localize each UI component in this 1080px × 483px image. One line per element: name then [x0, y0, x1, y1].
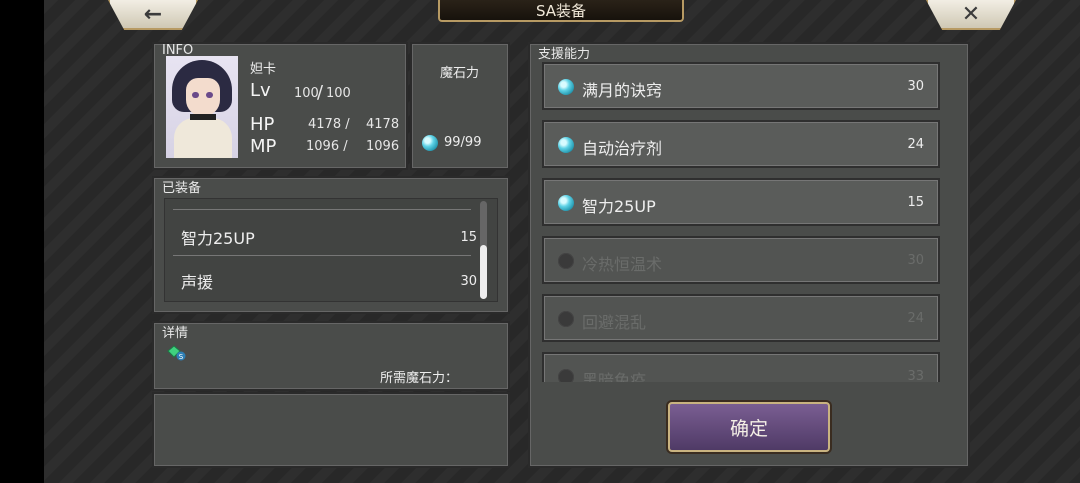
hp-value: 4178 /	[308, 117, 350, 132]
equipped-scrollbar[interactable]	[480, 201, 487, 299]
support-item-name: 自动治疗剂	[582, 139, 663, 158]
description-box	[152, 392, 510, 468]
scrollbar-thumb[interactable]	[480, 245, 487, 299]
magic-power-label: 魔石力	[440, 66, 480, 81]
support-item-cost: 33	[907, 369, 924, 382]
character-portrait	[166, 56, 238, 158]
magic-power-panel: 魔石力 99/99	[410, 42, 510, 170]
materia-s-icon: S	[166, 345, 186, 361]
lv-max: 100	[326, 86, 351, 101]
support-item-name: 智力25UP	[582, 197, 656, 216]
back-arrow-icon: ←	[143, 1, 163, 27]
equipped-list: 智力25UP 15 声援 30	[164, 198, 498, 302]
confirm-label: 确定	[729, 417, 768, 440]
support-item[interactable]: 满月的诀窍 30	[542, 62, 940, 110]
equipped-label: 已装备	[162, 181, 202, 196]
support-item-cost: 24	[907, 137, 924, 152]
equipped-item[interactable]: 声援 30	[181, 269, 477, 293]
equipped-item[interactable]: 智力25UP 15	[181, 225, 477, 249]
support-item-cost: 15	[907, 195, 924, 210]
materia-slot-icon	[558, 253, 574, 269]
details-label: 详情	[162, 326, 189, 341]
confirm-button[interactable]: 确定	[668, 402, 830, 452]
support-item-disabled[interactable]: 冷热恒温术 30	[542, 236, 940, 284]
equipped-panel: 已装备 智力25UP 15 声援 30	[152, 176, 510, 314]
lv-separator: /	[317, 82, 324, 103]
mp-value: 1096 /	[306, 139, 348, 154]
support-item[interactable]: 智力25UP 15	[542, 178, 940, 226]
equipped-item-name: 智力25UP	[181, 229, 255, 248]
support-item-name: 黑暗免疫	[582, 371, 647, 382]
materia-slot-icon	[558, 369, 574, 382]
materia-icon	[558, 137, 574, 153]
support-item-name: 满月的诀窍	[582, 81, 663, 100]
hp-label: HP	[250, 114, 275, 135]
hp-max: 4178	[366, 117, 400, 132]
support-item-disabled[interactable]: 黑暗免疫 33	[542, 352, 940, 382]
equipped-item-name: 声援	[181, 273, 214, 292]
support-item-disabled[interactable]: 回避混乱 24	[542, 294, 940, 342]
materia-icon	[422, 135, 438, 151]
lv-value: 100	[294, 86, 319, 101]
support-item-cost: 30	[907, 79, 924, 94]
support-list[interactable]: 满月的诀窍 30 自动治疗剂 24 智力25UP 15 冷热恒温术 30 回避混…	[530, 44, 968, 382]
support-item-cost: 24	[907, 311, 924, 326]
support-item-name: 冷热恒温术	[582, 255, 663, 274]
materia-slot-icon	[558, 311, 574, 327]
character-name: 妲卡	[250, 62, 277, 77]
mp-label: MP	[250, 136, 277, 157]
equipped-item-cost: 15	[460, 229, 477, 245]
close-icon: ✕	[961, 1, 981, 27]
lv-label: Lv	[250, 80, 271, 101]
required-magic-power-label: 所需魔石力：	[380, 371, 459, 386]
materia-icon	[558, 195, 574, 211]
support-item-cost: 30	[907, 253, 924, 268]
details-panel: 详情 S 所需魔石力：	[152, 321, 510, 391]
equipped-item-cost: 30	[460, 273, 477, 289]
mp-max: 1096	[366, 139, 400, 154]
materia-icon	[558, 79, 574, 95]
info-panel: INFO 妲卡 Lv 100 / 100 HP 4178 / 4178 MP 1…	[152, 42, 408, 170]
support-item[interactable]: 自动治疗剂 24	[542, 120, 940, 168]
screen-title: SA装备	[438, 0, 684, 22]
support-item-name: 回避混乱	[582, 313, 647, 332]
svg-text:S: S	[179, 353, 184, 361]
magic-power-value: 99/99	[444, 135, 482, 150]
